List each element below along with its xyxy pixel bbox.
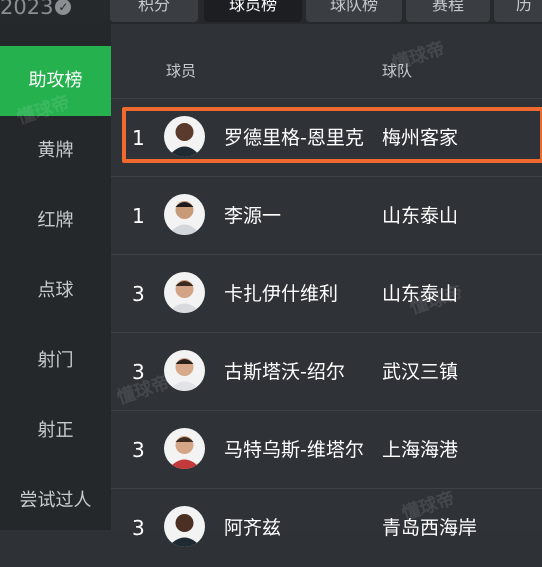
top-bar: 2023 ✓ 积分 球员榜 球队榜 赛程 历 <box>0 0 542 24</box>
rank: 3 <box>132 282 145 306</box>
player-avatar <box>164 194 205 235</box>
team-name: 上海海港 <box>382 439 459 461</box>
team-name: 山东泰山 <box>382 205 459 227</box>
player-name: 卡扎伊什维利 <box>224 283 339 305</box>
player-avatar <box>164 116 205 157</box>
header-player: 球员 <box>166 62 197 80</box>
player-name: 罗德里格-恩里克 <box>224 127 364 149</box>
tab-player-rank[interactable]: 球员榜 <box>204 0 302 22</box>
tab-team-rank[interactable]: 球队榜 <box>306 0 402 22</box>
sidebar-item-yellow-cards[interactable]: 黄牌 <box>0 116 111 186</box>
player-name: 古斯塔沃-绍尔 <box>224 361 345 383</box>
table-row[interactable]: 3 古斯塔沃-绍尔 武汉三镇 <box>111 332 542 411</box>
rank: 3 <box>132 516 145 540</box>
sidebar-item-red-cards[interactable]: 红牌 <box>0 186 111 256</box>
table-row[interactable]: 3 卡扎伊什维利 山东泰山 <box>111 254 542 333</box>
tab-standings[interactable]: 积分 <box>110 0 198 22</box>
player-avatar <box>164 272 205 313</box>
season-label: 2023 <box>0 0 54 19</box>
table-row[interactable]: 1 罗德里格-恩里克 梅州客家 <box>111 98 542 177</box>
table-row[interactable]: 3 马特乌斯-维塔尔 上海海港 <box>111 410 542 489</box>
team-name: 武汉三镇 <box>382 361 459 383</box>
chevron-down-icon: ✓ <box>55 0 72 15</box>
team-name: 梅州客家 <box>382 127 459 149</box>
table-row[interactable]: 3 阿齐兹 青岛西海岸 <box>111 488 542 567</box>
sidebar-item-shots[interactable]: 射门 <box>0 326 111 396</box>
tab-history[interactable]: 历 <box>494 0 542 22</box>
player-name: 马特乌斯-维塔尔 <box>224 439 364 461</box>
player-avatar <box>164 428 205 469</box>
player-name: 李源一 <box>224 205 282 227</box>
player-name: 阿齐兹 <box>224 517 282 539</box>
sidebar-item-shots-on-target[interactable]: 射正 <box>0 396 111 466</box>
sidebar-item-dribbles[interactable]: 尝试过人 <box>0 466 111 536</box>
table-row[interactable]: 1 李源一 山东泰山 <box>111 176 542 255</box>
tab-schedule[interactable]: 赛程 <box>406 0 490 22</box>
table-header: 球员 球队 <box>111 24 542 100</box>
ranking-table: 球员 球队 1 罗德里格-恩里克 梅州客家 1 李源一 山东泰山 3 卡扎伊什维… <box>15 24 542 547</box>
sidebar-item-penalties[interactable]: 点球 <box>0 256 111 326</box>
rank: 1 <box>132 126 145 150</box>
rank: 1 <box>132 204 145 228</box>
rank: 3 <box>132 438 145 462</box>
season-selector[interactable]: 2023 ✓ <box>0 0 72 22</box>
player-avatar <box>164 506 205 547</box>
